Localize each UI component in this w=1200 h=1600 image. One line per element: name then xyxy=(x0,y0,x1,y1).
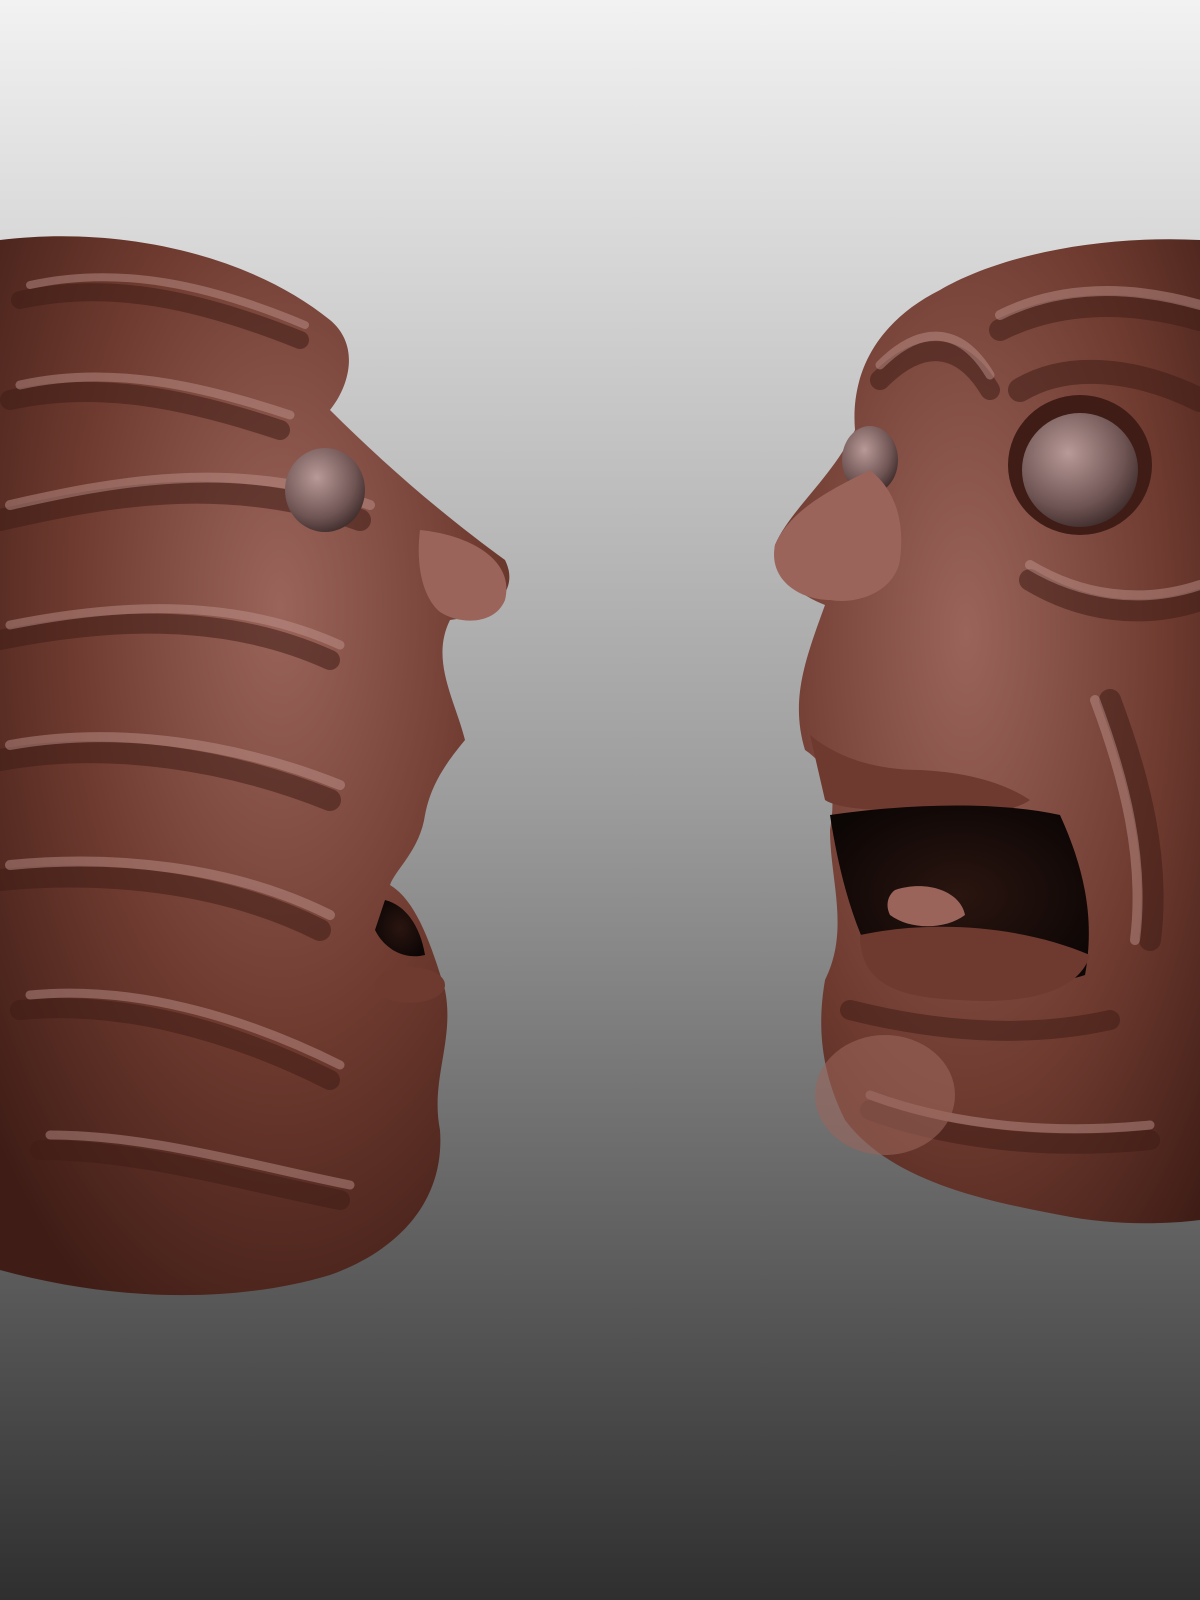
sculpt-render xyxy=(0,0,1200,1600)
left-head-eye xyxy=(285,448,365,532)
render-scene xyxy=(0,0,1200,1600)
right-head-eye xyxy=(1022,413,1138,527)
left-head-lower-lip xyxy=(375,967,445,1003)
right-head-chin xyxy=(815,1035,955,1155)
